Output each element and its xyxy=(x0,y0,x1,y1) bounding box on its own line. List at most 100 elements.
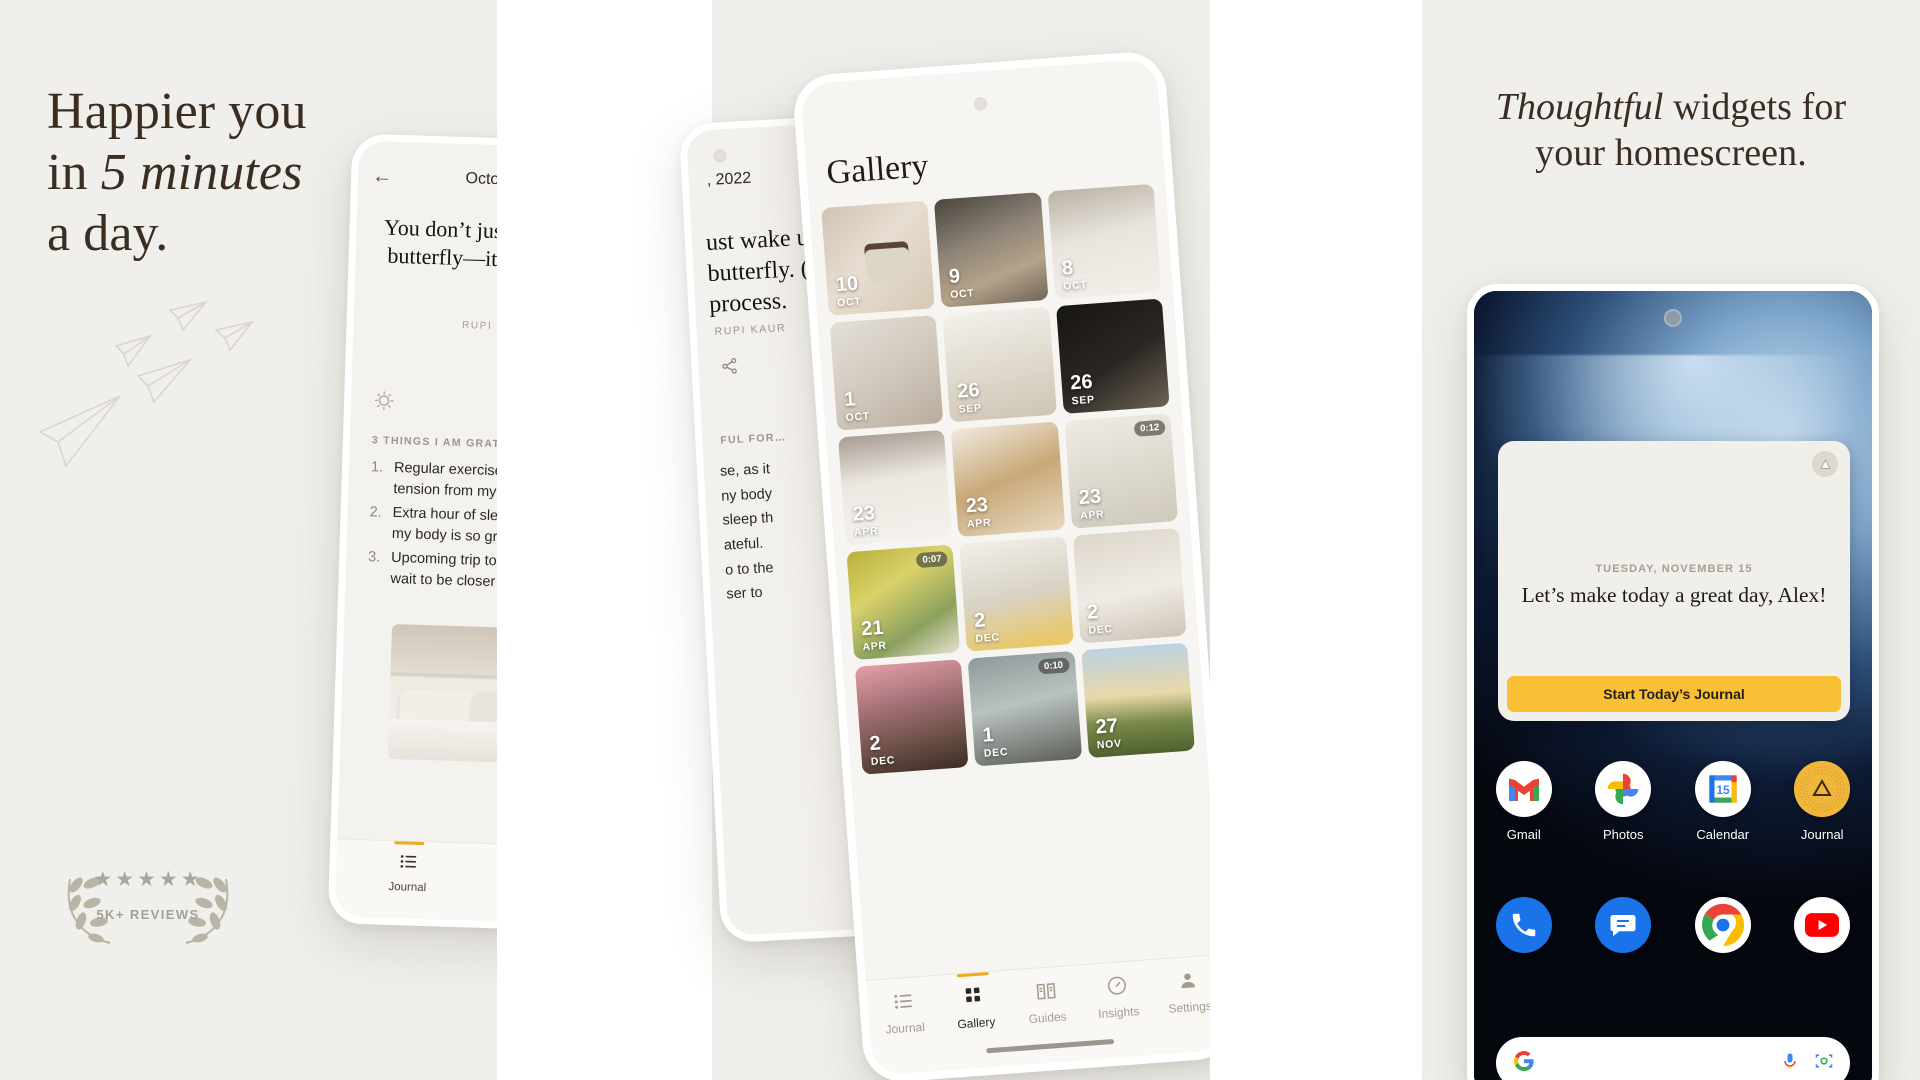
tile-date-day: 2 xyxy=(1086,600,1100,624)
journal-triangle-icon xyxy=(1812,451,1838,477)
tile-date-day: 27 xyxy=(1094,714,1119,738)
share-icon[interactable] xyxy=(720,357,739,376)
quote-entry-date: , 2022 xyxy=(706,169,752,190)
app-youtube[interactable] xyxy=(1773,897,1873,963)
gallery-tile[interactable]: 0:07 21 APR xyxy=(846,544,961,660)
google-search-bar[interactable] xyxy=(1496,1037,1850,1080)
tile-date-month: NOV xyxy=(1096,737,1123,751)
app-label: Journal xyxy=(1800,827,1844,842)
svg-text:15: 15 xyxy=(1716,783,1730,797)
gallery-grid: 10 OCT 9 OCT 8 OCT 1 OCT 26 SEP 26 SEP 23 APR 23 APR 0:1… xyxy=(821,183,1195,775)
tile-date: 1 OCT xyxy=(843,387,870,424)
phone-icon xyxy=(1495,897,1552,953)
nav-tab-insights[interactable]: Insights xyxy=(1080,972,1155,1024)
sun-icon xyxy=(373,389,396,412)
tile-date: 2 DEC xyxy=(869,732,896,768)
tile-date-day: 23 xyxy=(964,493,989,517)
chrome-icon xyxy=(1694,897,1751,953)
tile-duration-badge: 0:12 xyxy=(1133,419,1166,437)
messages-icon xyxy=(1595,897,1652,953)
tile-date-month: OCT xyxy=(836,295,862,309)
google-g-icon xyxy=(1512,1049,1536,1078)
tile-date-day: 10 xyxy=(835,272,859,296)
gallery-tile[interactable]: 10 OCT xyxy=(821,200,936,316)
back-arrow-icon[interactable]: ← xyxy=(372,165,393,188)
gallery-tile[interactable]: 0:10 1 DEC xyxy=(967,650,1082,767)
google-lens-icon[interactable] xyxy=(1814,1051,1834,1076)
tile-date-month: DEC xyxy=(975,630,1001,645)
tile-date-day: 21 xyxy=(860,616,885,640)
gmail-icon xyxy=(1495,761,1552,817)
panel-gap-two xyxy=(1210,0,1422,1080)
gallery-tile[interactable]: 2 DEC xyxy=(854,659,969,775)
headline-line-1: Thoughtful widgets for xyxy=(1422,84,1920,130)
headline-line-2a: in xyxy=(47,143,101,201)
gallery-bottom-nav: Journal Gallery Guides Insights Settings xyxy=(865,953,1229,1076)
app-chrome[interactable] xyxy=(1673,897,1773,963)
nav-tab-guides[interactable]: Guides xyxy=(1009,977,1084,1029)
start-todays-journal-button[interactable]: Start Today’s Journal xyxy=(1507,676,1841,712)
list-item-number: 2. xyxy=(369,504,382,521)
tile-date-day: 8 xyxy=(1061,256,1074,280)
gallery-tile[interactable]: 26 SEP xyxy=(942,306,1057,423)
list-icon xyxy=(336,849,480,873)
tile-date-day: 2 xyxy=(973,608,987,632)
app-label: Calendar xyxy=(1696,827,1750,842)
nav-tab-journal[interactable]: Journal xyxy=(867,988,942,1040)
app-journal[interactable]: Journal xyxy=(1773,761,1873,842)
app-photos[interactable]: Photos xyxy=(1574,761,1674,842)
gallery-tile[interactable]: 23 APR xyxy=(951,421,1066,537)
panel-three-headline: Thoughtful widgets for your homescreen. xyxy=(1422,84,1920,177)
gallery-tile[interactable]: 1 OCT xyxy=(829,315,944,431)
tile-date-month: DEC xyxy=(870,753,896,768)
app-messages[interactable] xyxy=(1574,897,1674,963)
gallery-tile[interactable]: 8 OCT xyxy=(1047,183,1162,300)
paper-planes-decoration xyxy=(20,280,300,480)
app-gmail[interactable]: Gmail xyxy=(1474,761,1574,842)
front-camera-icon xyxy=(973,96,987,111)
gallery-tile[interactable]: 27 NOV xyxy=(1080,642,1195,759)
reviews-badge: ★★★★★ 5K+ REVIEWS xyxy=(48,845,248,950)
nav-tab-gallery[interactable]: Gallery xyxy=(938,983,1013,1035)
headline-line-2: your homescreen. xyxy=(1535,132,1807,175)
tile-date: 1 DEC xyxy=(982,724,1009,760)
google-calendar-icon: 15 xyxy=(1694,761,1751,817)
tile-date-month: OCT xyxy=(1062,278,1088,293)
gallery-tile[interactable]: 23 APR xyxy=(838,429,952,546)
tile-date: 23 APR xyxy=(852,502,879,539)
tile-date-day: 1 xyxy=(843,387,857,411)
nav-tab-label: Guides xyxy=(1028,1009,1068,1027)
tile-date: 26 SEP xyxy=(1070,370,1096,407)
tile-date-month: APR xyxy=(966,516,992,530)
app-calendar[interactable]: 15 Calendar xyxy=(1673,761,1773,842)
homescreen-phone: TUESDAY, NOVEMBER 15 Let’s make today a … xyxy=(1467,284,1879,1080)
app-phone[interactable] xyxy=(1474,897,1574,963)
tile-date-month: DEC xyxy=(983,745,1009,760)
gallery-title: Gallery xyxy=(825,147,930,192)
gallery-tile[interactable]: 9 OCT xyxy=(934,192,1049,308)
journal-widget[interactable]: TUESDAY, NOVEMBER 15 Let’s make today a … xyxy=(1498,441,1850,721)
tile-duration-badge: 0:10 xyxy=(1037,657,1070,675)
screenshot-stage: Happier you in 5 minutes a day. ★★★★★ 5K… xyxy=(0,0,1920,1080)
gallery-tile[interactable]: 0:12 23 APR xyxy=(1064,413,1179,529)
tile-date-day: 9 xyxy=(948,264,961,288)
journal-app-icon xyxy=(1794,761,1851,817)
tile-date: 2 DEC xyxy=(1086,600,1113,637)
nav-tab-label: Journal xyxy=(885,1019,926,1037)
tile-date-month: SEP xyxy=(1071,393,1096,407)
nav-tab-label: Journal xyxy=(388,880,427,895)
gallery-tile[interactable]: 26 SEP xyxy=(1055,298,1170,414)
tile-date: 10 OCT xyxy=(835,272,862,309)
tile-duration-badge: 0:07 xyxy=(916,550,949,569)
front-camera-icon xyxy=(1664,309,1682,327)
headline-rest: widgets for xyxy=(1663,86,1847,128)
gallery-tile[interactable]: 2 DEC xyxy=(959,536,1074,652)
app-row-one: Gmail Photos 15 Calendar Journal xyxy=(1474,761,1872,842)
microphone-icon[interactable] xyxy=(1780,1051,1800,1076)
app-label: Photos xyxy=(1603,827,1644,842)
gallery-tile[interactable]: 2 DEC xyxy=(1072,527,1187,644)
gallery-phone: Gallery 10 OCT 9 OCT 8 OCT 1 OCT 26 SEP 26 SEP 23 APR… xyxy=(791,49,1238,1080)
youtube-icon xyxy=(1794,897,1851,953)
nav-tab-journal[interactable]: Journal xyxy=(336,849,480,897)
tile-date-month: APR xyxy=(853,524,879,539)
